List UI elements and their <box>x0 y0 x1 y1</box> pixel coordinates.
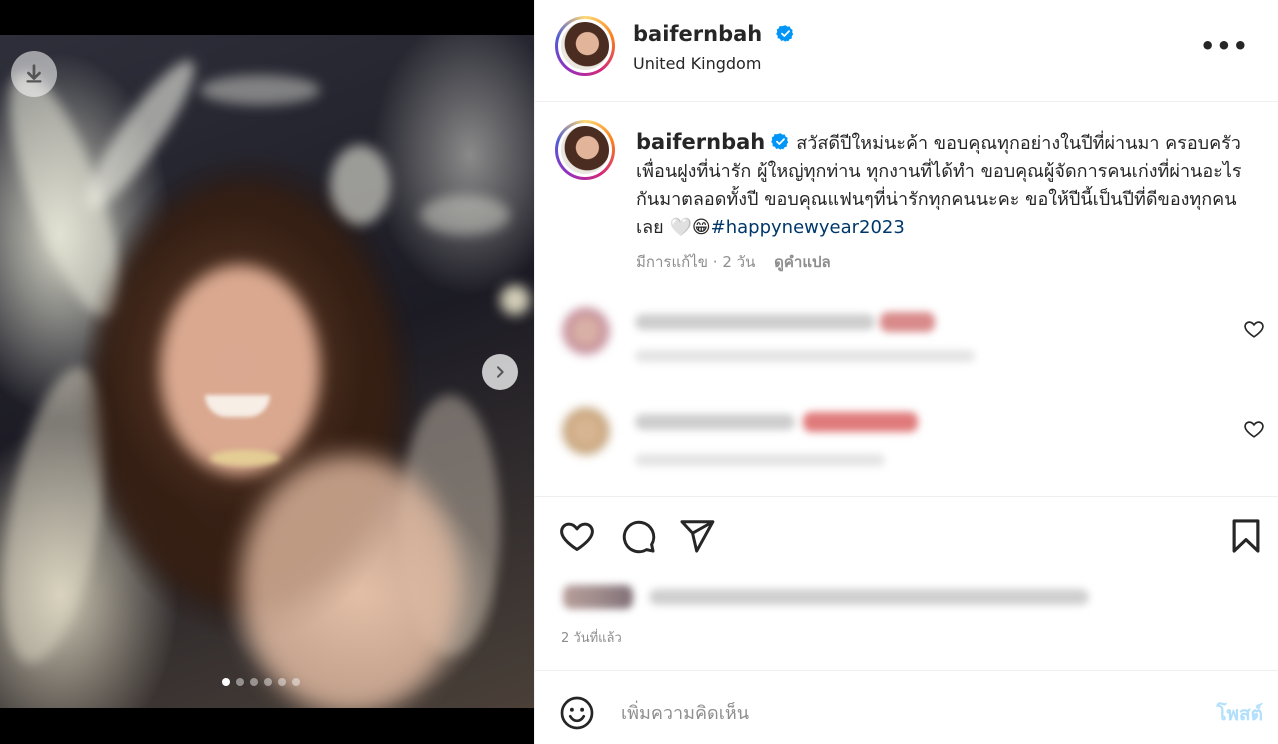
meta-separator: · <box>712 253 718 271</box>
post-media-panel <box>0 0 534 744</box>
bokeh-light <box>200 75 320 105</box>
caption-username[interactable]: baifernbah <box>636 130 765 154</box>
post-header: baifernbah United Kingdom ••• <box>535 0 1278 102</box>
download-button[interactable] <box>11 51 57 97</box>
comment-icon[interactable] <box>619 517 657 555</box>
comment-item <box>535 300 1278 390</box>
comment-text-blurred <box>635 314 875 330</box>
send-icon[interactable] <box>678 517 716 555</box>
carousel-dot <box>292 678 300 686</box>
post-actions: 2 วันที่แล้ว <box>535 496 1278 658</box>
bokeh-light <box>420 195 510 235</box>
heart-icon[interactable] <box>1243 418 1265 440</box>
translate-link[interactable]: ดูคำแปล <box>774 253 831 271</box>
emoji-icon[interactable] <box>559 695 595 731</box>
caption-avatar[interactable] <box>555 120 615 180</box>
comment-item <box>535 400 1278 490</box>
next-slide-button[interactable] <box>482 354 518 390</box>
liked-by-text-blurred <box>649 589 1089 605</box>
caption-meta: มีการแก้ไข · 2 วัน ดูคำแปล <box>636 250 831 274</box>
comment-avatar[interactable] <box>563 408 609 454</box>
avatar[interactable] <box>555 16 615 76</box>
comment-meta-blurred <box>635 350 975 362</box>
header-username[interactable]: baifernbah <box>633 22 795 46</box>
post-timestamp[interactable]: 2 วันที่แล้ว <box>561 627 622 648</box>
caption-text: baifernbah สวัสดีปีใหม่นะค้า ขอบคุณทุกอย… <box>636 128 1246 242</box>
verified-badge-icon <box>775 25 793 42</box>
more-options-button[interactable]: ••• <box>1200 34 1249 58</box>
location-link[interactable]: United Kingdom <box>633 54 761 73</box>
comment-emoji-blurred <box>880 312 935 332</box>
comment-text-blurred <box>635 414 795 430</box>
bookmark-icon[interactable] <box>1227 517 1265 555</box>
liker-avatars-blurred <box>563 585 633 609</box>
username-text[interactable]: baifernbah <box>633 22 762 46</box>
necklace-shape <box>210 450 280 466</box>
caption-time: 2 วัน <box>722 253 756 271</box>
chevron-right-icon <box>497 366 504 378</box>
shoulder-shape <box>240 455 460 708</box>
liked-by-row-blurred[interactable] <box>561 581 1121 611</box>
bokeh-light <box>71 49 209 221</box>
edited-label: มีการแก้ไข <box>636 253 708 271</box>
heart-icon[interactable] <box>558 517 596 555</box>
comment-meta-blurred <box>635 454 885 466</box>
heart-icon[interactable] <box>1243 318 1265 340</box>
verified-badge-icon <box>771 133 789 150</box>
comment-input[interactable] <box>621 697 1181 729</box>
post-comment-button[interactable]: โพสต์ <box>1216 699 1263 729</box>
carousel-dot <box>236 678 244 686</box>
carousel-dot <box>250 678 258 686</box>
download-icon <box>26 64 42 83</box>
post-photo[interactable] <box>0 35 534 708</box>
hashtag-link[interactable]: #happynewyear2023 <box>711 217 905 238</box>
carousel-dot <box>264 678 272 686</box>
post-detail-panel: baifernbah United Kingdom ••• baifernbah… <box>534 0 1278 744</box>
comment-emoji-blurred <box>803 412 918 432</box>
face-shape <box>160 265 320 475</box>
comment-avatar[interactable] <box>563 308 609 354</box>
add-comment-bar: โพสต์ <box>535 670 1278 744</box>
carousel-indicator <box>222 678 300 686</box>
bokeh-light <box>330 145 390 225</box>
carousel-dot <box>222 678 230 686</box>
carousel-dot <box>278 678 286 686</box>
bokeh-light <box>500 285 530 315</box>
